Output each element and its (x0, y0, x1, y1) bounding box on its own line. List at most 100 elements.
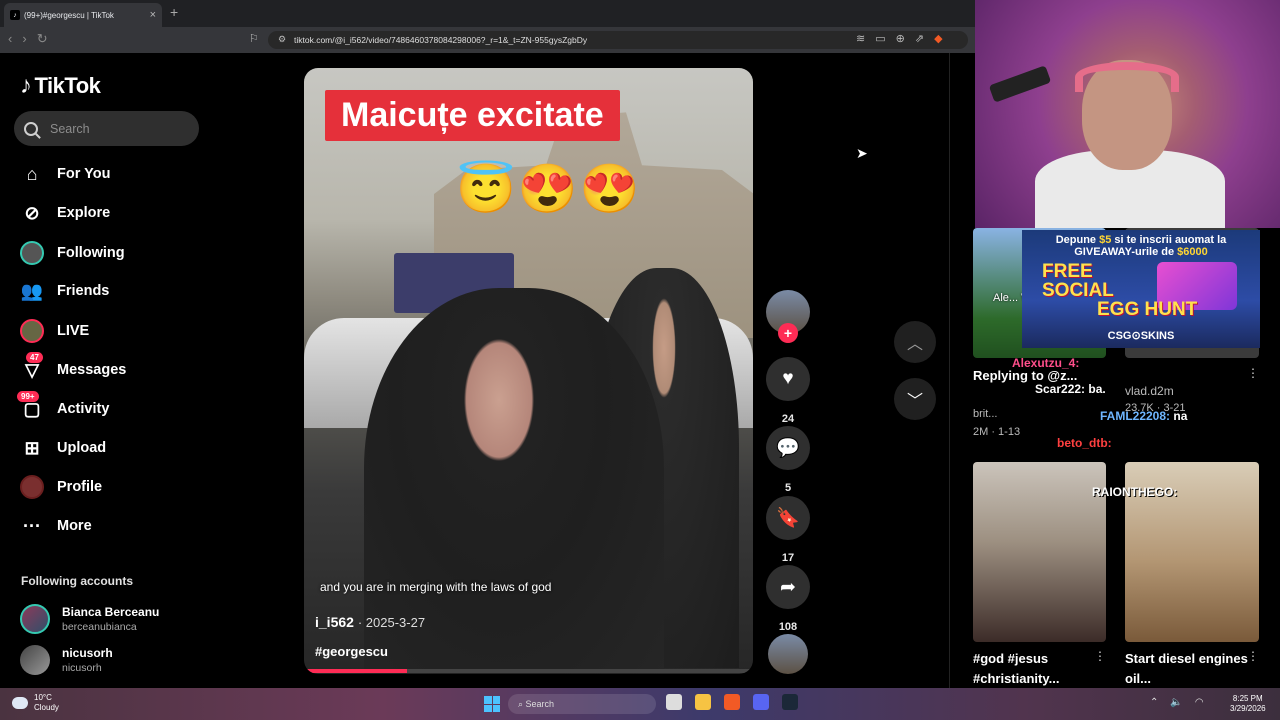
sidebar-item-more[interactable]: ··· More (20, 513, 92, 539)
stream-promo-banner: Depune $5 si te inscrii auomat la GIVEAW… (1022, 230, 1260, 348)
share-arrow-icon[interactable]: ➦ (766, 565, 810, 609)
recommended-video-thumbnail[interactable] (973, 462, 1106, 642)
taskbar-clock[interactable]: 8:25 PM 3/29/2026 (1230, 694, 1266, 714)
video-overlay-emojis: 😇😍😍 (456, 163, 642, 216)
discord-icon[interactable] (753, 694, 769, 710)
account-username: berceanubianca (62, 621, 137, 633)
site-info-icon[interactable]: ⚙ (278, 34, 286, 45)
share-count: 108 (778, 621, 798, 633)
recommended-author[interactable]: brit... (973, 408, 997, 420)
more-options-icon[interactable]: ⋮ (1094, 649, 1106, 663)
video-player[interactable]: Maicuțe excitate 😇😍😍 and you are in merg… (304, 68, 753, 674)
sidebar-item-label: Profile (57, 479, 103, 495)
video-progress-bar[interactable] (304, 669, 753, 673)
reload-icon[interactable]: ↻ (37, 31, 48, 47)
video-hashtag[interactable]: #georgescu (315, 644, 388, 659)
recommended-author[interactable]: vlad.d2m (1125, 384, 1174, 398)
heart-icon[interactable]: ♥ (766, 357, 810, 401)
avatar (20, 604, 50, 634)
cast-icon[interactable]: ▭ (875, 32, 885, 45)
tiktok-logo[interactable]: ♪ TikTok (20, 72, 101, 100)
bookmark-save-icon[interactable]: 🔖 (766, 496, 810, 540)
sidebar-item-label: Explore (57, 205, 111, 221)
sidebar-item-explore[interactable]: ⊘ Explore (20, 200, 110, 226)
taskbar-search[interactable]: ⌕ Search (508, 694, 656, 714)
task-view-icon[interactable] (666, 694, 682, 710)
next-video-author-avatar[interactable] (768, 634, 808, 674)
share-action[interactable]: ➦ 108 (766, 565, 810, 633)
sidebar-item-label: Activity (57, 401, 110, 417)
back-icon[interactable]: ‹ (8, 31, 12, 47)
recommended-title[interactable]: Start diesel engines oil... (1125, 649, 1250, 689)
chat-message: FAML22208: na (1100, 409, 1187, 423)
microphone-icon (988, 65, 1052, 103)
chevron-up-icon[interactable]: ⌃ (1150, 697, 1158, 708)
sidebar-item-label: Upload (57, 440, 107, 456)
activity-icon: ▢ 99+ (17, 391, 44, 421)
activity-badge: 99+ (17, 391, 39, 402)
chat-user: FAML22208: (1100, 409, 1171, 423)
sidebar-item-live[interactable]: LIVE (20, 318, 89, 344)
file-explorer-icon[interactable] (695, 694, 711, 710)
like-action[interactable]: ♥ 24 (766, 357, 810, 425)
share-icon[interactable]: ⇗ (915, 32, 924, 45)
sidebar-item-profile[interactable]: Profile (20, 474, 102, 500)
promo-amount: $6000 (1177, 246, 1208, 258)
sidebar-item-upload[interactable]: ⊞ Upload (20, 435, 106, 461)
messages-icon: ▽ 47 (20, 352, 44, 382)
friends-icon: 👥 (20, 280, 44, 301)
following-account[interactable]: Bianca Berceanu berceanubianca (20, 604, 159, 634)
comment-count: 5 (784, 482, 792, 494)
weather-widget[interactable]: 10°C Cloudy (12, 693, 59, 713)
windows-start-icon[interactable] (484, 696, 500, 712)
recommended-title[interactable]: #god #jesus #christianity... (973, 649, 1098, 689)
following-account[interactable]: nicusorh nicusorh (20, 645, 113, 675)
profile-icon (20, 475, 44, 499)
translate-icon[interactable]: ≋ (856, 32, 865, 45)
brave-browser-icon[interactable] (724, 694, 740, 710)
new-tab-icon[interactable]: + (170, 4, 178, 20)
previous-video-button[interactable]: ︿ (894, 321, 936, 363)
logo-text: TikTok (34, 73, 101, 98)
brave-shield-icon[interactable]: ◆ (934, 32, 942, 45)
tiktok-favicon-icon: ♪ (10, 10, 20, 20)
video-author[interactable]: i_i562 · 2025-3-27 (315, 614, 425, 630)
promo-brand: CSG⊙SKINS (1107, 330, 1175, 342)
more-options-icon[interactable]: ⋮ (1247, 366, 1259, 380)
comment-action[interactable]: 💬 5 (766, 426, 810, 494)
follow-plus-icon[interactable]: + (778, 323, 798, 343)
cloud-icon (12, 697, 28, 709)
sidebar-item-for-you[interactable]: ⌂ For You (20, 161, 111, 187)
messages-badge: 47 (26, 352, 43, 363)
chevron-down-icon: ﹀ (906, 393, 923, 410)
sidebar-item-following[interactable]: Following (20, 240, 125, 266)
forward-icon[interactable]: › (22, 31, 26, 47)
search-input[interactable]: Search (14, 111, 199, 146)
home-icon: ⌂ (26, 163, 38, 184)
bookmark-icon[interactable]: ⚐ (249, 32, 259, 45)
taskbar-apps (666, 694, 798, 710)
save-action[interactable]: 🔖 17 (766, 496, 810, 564)
comment-icon[interactable]: 💬 (766, 426, 810, 470)
chat-user: Scar222: (1035, 382, 1086, 396)
tab-close-icon[interactable]: × (150, 9, 156, 21)
save-count: 17 (781, 552, 795, 564)
sidebar-item-messages[interactable]: ▽ 47 Messages (20, 352, 126, 383)
chat-user: Alexutzu_4: (1012, 356, 1080, 370)
chat-user: beto_dtb: (1057, 436, 1112, 450)
clock-date: 3/29/2026 (1230, 704, 1266, 713)
next-video-button[interactable]: ﹀ (894, 378, 936, 420)
more-options-icon[interactable]: ⋮ (1247, 649, 1259, 663)
speaker-icon[interactable]: 🔈 (1170, 697, 1182, 708)
sidebar-item-friends[interactable]: 👥 Friends (20, 278, 110, 304)
steam-icon[interactable] (782, 694, 798, 710)
weather-temp: 10°C (34, 693, 52, 702)
chat-message: Alexutzu_4: (1012, 356, 1079, 370)
author-name[interactable]: i_i562 (315, 614, 354, 630)
recommended-stats: 2M · 1-13 (973, 426, 1021, 438)
zoom-icon[interactable]: ⊕ (896, 32, 905, 45)
browser-tab[interactable]: ♪ (99+)#georgescu | TikTok × (4, 3, 162, 27)
sidebar-item-activity[interactable]: ▢ 99+ Activity (17, 391, 110, 422)
wifi-icon[interactable]: ◠ (1195, 697, 1204, 708)
upload-icon: ⊞ (24, 437, 40, 458)
